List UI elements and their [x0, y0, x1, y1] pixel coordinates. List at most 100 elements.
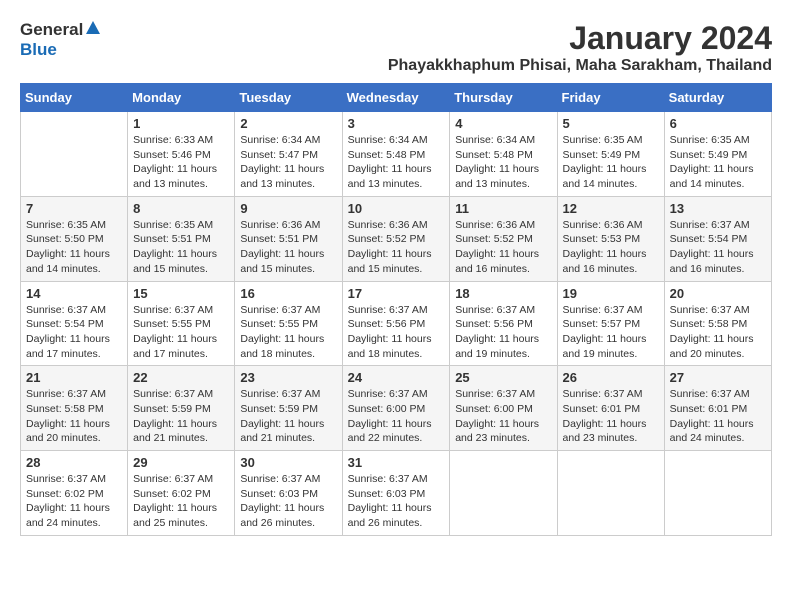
- calendar-cell: 17 Sunrise: 6:37 AM Sunset: 5:56 PM Dayli…: [342, 281, 450, 366]
- day-number: 29: [133, 455, 229, 470]
- day-info: Sunrise: 6:35 AM Sunset: 5:51 PM Dayligh…: [133, 218, 229, 277]
- calendar-cell: 29 Sunrise: 6:37 AM Sunset: 6:02 PM Dayli…: [128, 451, 235, 536]
- day-number: 6: [670, 116, 766, 131]
- day-number: 26: [563, 370, 659, 385]
- calendar-cell: 26 Sunrise: 6:37 AM Sunset: 6:01 PM Dayli…: [557, 366, 664, 451]
- calendar-day-header: Wednesday: [342, 84, 450, 112]
- day-info: Sunrise: 6:37 AM Sunset: 5:55 PM Dayligh…: [133, 303, 229, 362]
- day-number: 28: [26, 455, 122, 470]
- day-info: Sunrise: 6:37 AM Sunset: 6:01 PM Dayligh…: [563, 387, 659, 446]
- calendar-day-header: Sunday: [21, 84, 128, 112]
- calendar-cell: 11 Sunrise: 6:36 AM Sunset: 5:52 PM Dayli…: [450, 196, 557, 281]
- calendar-cell: 28 Sunrise: 6:37 AM Sunset: 6:02 PM Dayli…: [21, 451, 128, 536]
- calendar-header-row: SundayMondayTuesdayWednesdayThursdayFrid…: [21, 84, 772, 112]
- calendar-cell: 23 Sunrise: 6:37 AM Sunset: 5:59 PM Dayli…: [235, 366, 342, 451]
- calendar-cell: 25Sunrise: 6:37 AM Sunset: 6:00 PM Dayli…: [450, 366, 557, 451]
- day-info: Sunrise: 6:37 AM Sunset: 5:58 PM Dayligh…: [26, 387, 122, 446]
- day-info: Sunrise: 6:37 AM Sunset: 6:02 PM Dayligh…: [133, 472, 229, 531]
- calendar-week-row: 14 Sunrise: 6:37 AM Sunset: 5:54 PM Dayli…: [21, 281, 772, 366]
- calendar-cell: 10Sunrise: 6:36 AM Sunset: 5:52 PM Dayli…: [342, 196, 450, 281]
- day-info: Sunrise: 6:37 AM Sunset: 5:54 PM Dayligh…: [26, 303, 122, 362]
- day-number: 3: [348, 116, 445, 131]
- day-info: Sunrise: 6:37 AM Sunset: 6:02 PM Dayligh…: [26, 472, 122, 531]
- day-number: 1: [133, 116, 229, 131]
- day-number: 12: [563, 201, 659, 216]
- day-number: 14: [26, 286, 122, 301]
- calendar-cell: 31 Sunrise: 6:37 AM Sunset: 6:03 PM Dayli…: [342, 451, 450, 536]
- day-number: 21: [26, 370, 122, 385]
- logo: General Blue: [20, 20, 101, 60]
- calendar-cell: 16 Sunrise: 6:37 AM Sunset: 5:55 PM Dayli…: [235, 281, 342, 366]
- day-number: 20: [670, 286, 766, 301]
- calendar-cell: 9 Sunrise: 6:36 AM Sunset: 5:51 PM Daylig…: [235, 196, 342, 281]
- calendar-cell: 2Sunrise: 6:34 AM Sunset: 5:47 PM Daylig…: [235, 112, 342, 197]
- day-number: 27: [670, 370, 766, 385]
- day-number: 18: [455, 286, 551, 301]
- calendar-day-header: Tuesday: [235, 84, 342, 112]
- day-info: Sunrise: 6:37 AM Sunset: 5:56 PM Dayligh…: [455, 303, 551, 362]
- calendar-cell: 1 Sunrise: 6:33 AM Sunset: 5:46 PM Daylig…: [128, 112, 235, 197]
- calendar-table: SundayMondayTuesdayWednesdayThursdayFrid…: [20, 83, 772, 536]
- logo-blue-text: Blue: [20, 40, 57, 59]
- day-number: 31: [348, 455, 445, 470]
- calendar-cell: [450, 451, 557, 536]
- calendar-week-row: 21 Sunrise: 6:37 AM Sunset: 5:58 PM Dayli…: [21, 366, 772, 451]
- calendar-day-header: Monday: [128, 84, 235, 112]
- month-title: January 2024: [388, 20, 772, 57]
- calendar-cell: 8 Sunrise: 6:35 AM Sunset: 5:51 PM Daylig…: [128, 196, 235, 281]
- calendar-cell: 4Sunrise: 6:34 AM Sunset: 5:48 PM Daylig…: [450, 112, 557, 197]
- day-number: 7: [26, 201, 122, 216]
- calendar-cell: 6Sunrise: 6:35 AM Sunset: 5:49 PM Daylig…: [664, 112, 771, 197]
- day-number: 30: [240, 455, 336, 470]
- day-info: Sunrise: 6:37 AM Sunset: 6:01 PM Dayligh…: [670, 387, 766, 446]
- calendar-week-row: 7 Sunrise: 6:35 AM Sunset: 5:50 PM Daylig…: [21, 196, 772, 281]
- calendar-cell: [557, 451, 664, 536]
- day-number: 9: [240, 201, 336, 216]
- day-info: Sunrise: 6:37 AM Sunset: 5:59 PM Dayligh…: [240, 387, 336, 446]
- logo-general-part: General: [20, 20, 83, 40]
- calendar-cell: 19Sunrise: 6:37 AM Sunset: 5:57 PM Dayli…: [557, 281, 664, 366]
- day-info: Sunrise: 6:34 AM Sunset: 5:48 PM Dayligh…: [348, 133, 445, 192]
- day-info: Sunrise: 6:34 AM Sunset: 5:47 PM Dayligh…: [240, 133, 336, 192]
- day-info: Sunrise: 6:37 AM Sunset: 5:55 PM Dayligh…: [240, 303, 336, 362]
- day-info: Sunrise: 6:36 AM Sunset: 5:52 PM Dayligh…: [348, 218, 445, 277]
- calendar-cell: 20Sunrise: 6:37 AM Sunset: 5:58 PM Dayli…: [664, 281, 771, 366]
- calendar-day-header: Friday: [557, 84, 664, 112]
- calendar-cell: 3 Sunrise: 6:34 AM Sunset: 5:48 PM Daylig…: [342, 112, 450, 197]
- day-info: Sunrise: 6:37 AM Sunset: 6:03 PM Dayligh…: [240, 472, 336, 531]
- day-number: 13: [670, 201, 766, 216]
- calendar-day-header: Thursday: [450, 84, 557, 112]
- calendar-week-row: 1 Sunrise: 6:33 AM Sunset: 5:46 PM Daylig…: [21, 112, 772, 197]
- day-info: Sunrise: 6:35 AM Sunset: 5:50 PM Dayligh…: [26, 218, 122, 277]
- day-info: Sunrise: 6:37 AM Sunset: 6:03 PM Dayligh…: [348, 472, 445, 531]
- day-number: 19: [563, 286, 659, 301]
- day-number: 24: [348, 370, 445, 385]
- day-info: Sunrise: 6:33 AM Sunset: 5:46 PM Dayligh…: [133, 133, 229, 192]
- day-number: 11: [455, 201, 551, 216]
- day-number: 23: [240, 370, 336, 385]
- day-info: Sunrise: 6:37 AM Sunset: 6:00 PM Dayligh…: [455, 387, 551, 446]
- day-number: 16: [240, 286, 336, 301]
- day-info: Sunrise: 6:35 AM Sunset: 5:49 PM Dayligh…: [563, 133, 659, 192]
- day-number: 15: [133, 286, 229, 301]
- day-info: Sunrise: 6:37 AM Sunset: 5:56 PM Dayligh…: [348, 303, 445, 362]
- logo-triangle-icon: [85, 20, 101, 36]
- day-number: 8: [133, 201, 229, 216]
- day-info: Sunrise: 6:37 AM Sunset: 5:54 PM Dayligh…: [670, 218, 766, 277]
- day-info: Sunrise: 6:37 AM Sunset: 6:00 PM Dayligh…: [348, 387, 445, 446]
- calendar-week-row: 28 Sunrise: 6:37 AM Sunset: 6:02 PM Dayli…: [21, 451, 772, 536]
- day-info: Sunrise: 6:36 AM Sunset: 5:51 PM Dayligh…: [240, 218, 336, 277]
- day-info: Sunrise: 6:36 AM Sunset: 5:53 PM Dayligh…: [563, 218, 659, 277]
- calendar-cell: 27 Sunrise: 6:37 AM Sunset: 6:01 PM Dayli…: [664, 366, 771, 451]
- day-info: Sunrise: 6:37 AM Sunset: 5:59 PM Dayligh…: [133, 387, 229, 446]
- calendar-cell: 22 Sunrise: 6:37 AM Sunset: 5:59 PM Dayli…: [128, 366, 235, 451]
- location-title: Phayakkhaphum Phisai, Maha Sarakham, Tha…: [388, 57, 772, 75]
- calendar-cell: 5Sunrise: 6:35 AM Sunset: 5:49 PM Daylig…: [557, 112, 664, 197]
- calendar-cell: [21, 112, 128, 197]
- calendar-cell: [664, 451, 771, 536]
- day-number: 17: [348, 286, 445, 301]
- day-number: 22: [133, 370, 229, 385]
- calendar-cell: 24 Sunrise: 6:37 AM Sunset: 6:00 PM Dayli…: [342, 366, 450, 451]
- calendar-cell: 15 Sunrise: 6:37 AM Sunset: 5:55 PM Dayli…: [128, 281, 235, 366]
- day-info: Sunrise: 6:36 AM Sunset: 5:52 PM Dayligh…: [455, 218, 551, 277]
